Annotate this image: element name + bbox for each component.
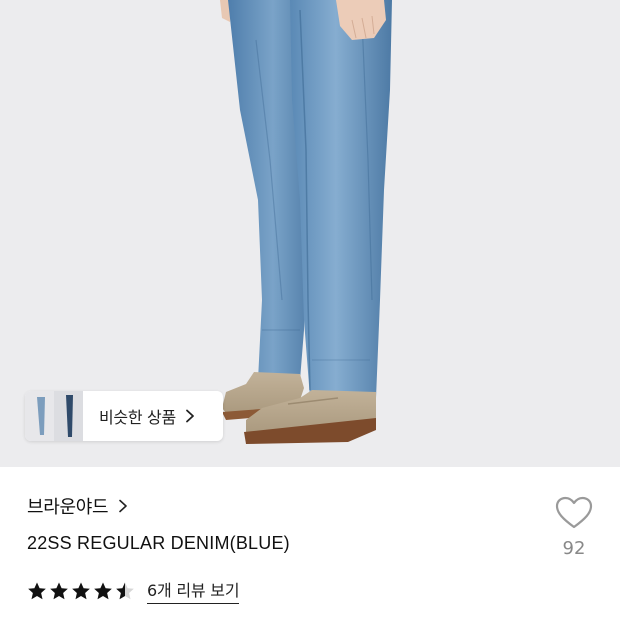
star-full-icon (50, 582, 68, 599)
brand-name: 브라운야드 (27, 497, 109, 518)
jeans-thumbnail-icon (37, 397, 45, 435)
like-count: 92 (562, 538, 586, 559)
star-full-icon (28, 582, 46, 599)
similar-products-button[interactable]: 비슷한 상품 (25, 391, 223, 441)
product-image[interactable]: 비슷한 상품 (0, 0, 620, 467)
similar-products-thumbnails (25, 391, 83, 441)
heart-outline-icon (555, 496, 593, 529)
review-link[interactable]: 6개 리뷰 보기 (147, 577, 240, 604)
similar-products-label: 비슷한 상품 (99, 408, 176, 427)
like-button[interactable]: 92 (554, 496, 594, 559)
thumbnail (25, 391, 54, 441)
star-full-icon (94, 582, 112, 599)
star-full-icon (72, 582, 90, 599)
jeans-thumbnail-icon (66, 395, 73, 437)
star-rating (27, 581, 135, 601)
product-title: 22SS REGULAR DENIM(BLUE) (27, 533, 290, 553)
thumbnail (54, 391, 83, 441)
chevron-right-icon (185, 409, 194, 423)
chevron-right-icon (119, 499, 128, 513)
star-half-icon (116, 582, 134, 599)
product-info: 브라운야드 22SS REGULAR DENIM(BLUE) 6개 리뷰 보기 … (0, 467, 620, 620)
rating: 6개 리뷰 보기 (27, 577, 240, 604)
brand-link[interactable]: 브라운야드 (27, 493, 128, 519)
